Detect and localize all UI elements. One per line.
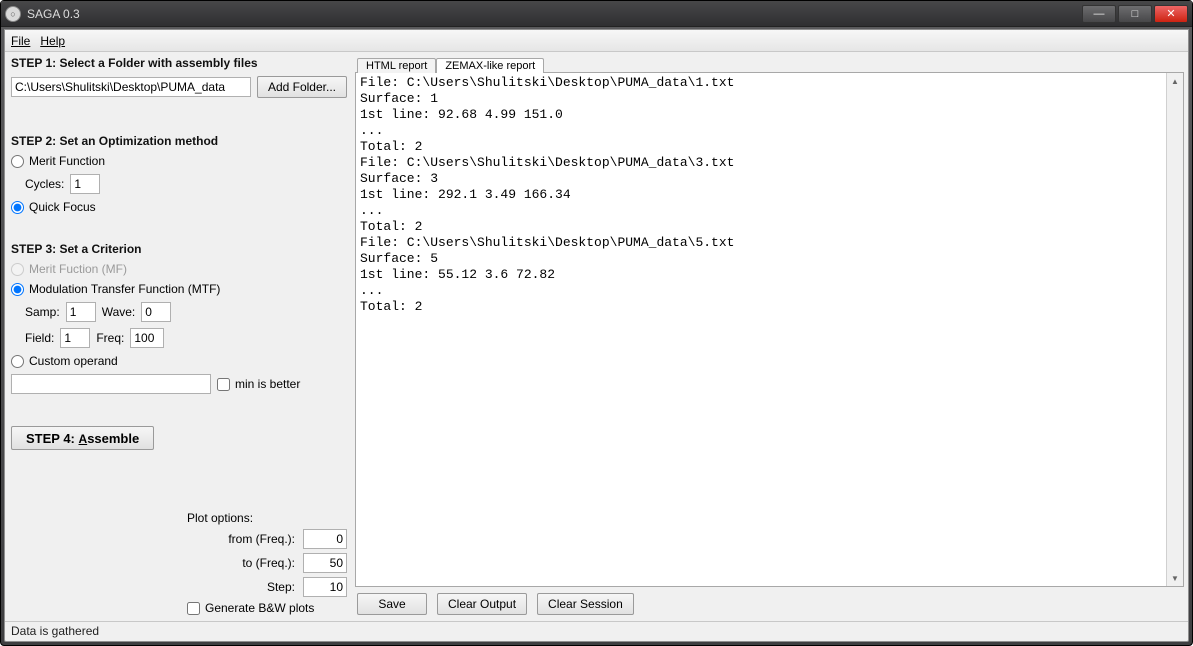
radio-merit-function[interactable]: Merit Function xyxy=(11,154,347,168)
scroll-up-icon[interactable]: ▲ xyxy=(1167,73,1183,89)
folder-input[interactable] xyxy=(11,77,251,97)
status-bar: Data is gathered xyxy=(5,621,1188,641)
to-freq-input[interactable] xyxy=(303,553,347,573)
radio-custom-operand[interactable]: Custom operand xyxy=(11,354,347,368)
left-panel: STEP 1: Select a Folder with assembly fi… xyxy=(5,52,355,621)
menu-help[interactable]: Help xyxy=(40,34,65,48)
bw-plots-check[interactable]: Generate B&W plots xyxy=(187,601,347,615)
from-freq-label: from (Freq.): xyxy=(187,532,295,546)
add-folder-button[interactable]: Add Folder... xyxy=(257,76,347,98)
maximize-button[interactable]: □ xyxy=(1118,5,1152,23)
assemble-button[interactable]: STEP 4: Assemble xyxy=(11,426,154,450)
clear-session-button[interactable]: Clear Session xyxy=(537,593,634,615)
min-is-better-check[interactable]: min is better xyxy=(217,377,300,391)
to-freq-label: to (Freq.): xyxy=(187,556,295,570)
app-icon: ○ xyxy=(5,6,21,22)
step-label: Step: xyxy=(187,580,295,594)
freq-input[interactable] xyxy=(130,328,164,348)
menubar: File Help xyxy=(5,30,1188,52)
right-panel: HTML report ZEMAX-like report File: C:\U… xyxy=(355,52,1188,621)
scrollbar[interactable]: ▲ ▼ xyxy=(1166,73,1183,586)
scroll-down-icon[interactable]: ▼ xyxy=(1167,570,1183,586)
titlebar[interactable]: ○ SAGA 0.3 — □ ✕ xyxy=(1,1,1192,27)
samp-label: Samp: xyxy=(25,305,60,319)
cycles-input[interactable] xyxy=(70,174,100,194)
menu-file[interactable]: File xyxy=(11,34,30,48)
wave-input[interactable] xyxy=(141,302,171,322)
radio-mtf[interactable]: Modulation Transfer Function (MTF) xyxy=(11,282,347,296)
tab-html-report[interactable]: HTML report xyxy=(357,58,436,73)
cycles-label: Cycles: xyxy=(25,177,64,191)
step-input[interactable] xyxy=(303,577,347,597)
window-title: SAGA 0.3 xyxy=(27,7,1082,21)
save-button[interactable]: Save xyxy=(357,593,427,615)
freq-label: Freq: xyxy=(96,331,124,345)
step3-title: STEP 3: Set a Criterion xyxy=(11,242,347,256)
plot-options-title: Plot options: xyxy=(187,511,347,525)
report-output[interactable]: File: C:\Users\Shulitski\Desktop\PUMA_da… xyxy=(356,73,1166,586)
close-button[interactable]: ✕ xyxy=(1154,5,1188,23)
wave-label: Wave: xyxy=(102,305,136,319)
radio-quick-focus[interactable]: Quick Focus xyxy=(11,200,347,214)
field-input[interactable] xyxy=(60,328,90,348)
step2-title: STEP 2: Set an Optimization method xyxy=(11,134,347,148)
minimize-button[interactable]: — xyxy=(1082,5,1116,23)
step1-title: STEP 1: Select a Folder with assembly fi… xyxy=(11,56,347,70)
clear-output-button[interactable]: Clear Output xyxy=(437,593,527,615)
field-label: Field: xyxy=(25,331,54,345)
custom-operand-input[interactable] xyxy=(11,374,211,394)
samp-input[interactable] xyxy=(66,302,96,322)
from-freq-input[interactable] xyxy=(303,529,347,549)
tab-zemax-report[interactable]: ZEMAX-like report xyxy=(436,58,544,73)
radio-merit-criterion: Merit Fuction (MF) xyxy=(11,262,347,276)
